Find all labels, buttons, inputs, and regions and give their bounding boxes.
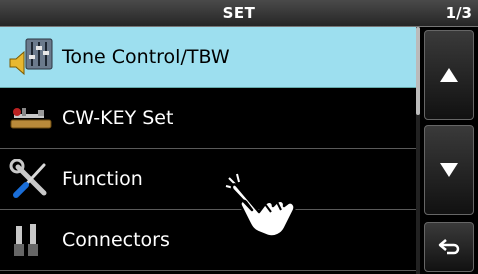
menu-item-label: Tone Control/TBW bbox=[62, 46, 230, 68]
scrollbar[interactable] bbox=[416, 27, 420, 274]
title-bar: SET 1/3 bbox=[0, 0, 478, 27]
connectors-icon bbox=[8, 220, 54, 260]
menu-item-label: Connectors bbox=[62, 229, 170, 251]
scrollbar-thumb[interactable] bbox=[416, 27, 420, 115]
tools-icon bbox=[8, 158, 54, 199]
menu-item-label: Function bbox=[62, 168, 143, 190]
up-arrow-icon bbox=[440, 68, 458, 82]
touch-hand-icon bbox=[225, 173, 296, 238]
back-button[interactable] bbox=[424, 222, 474, 272]
menu-item-tone-control[interactable]: Tone Control/TBW bbox=[0, 27, 416, 88]
tone-control-icon bbox=[8, 37, 54, 77]
menu-list: Tone Control/TBW CW-KEY Set Function Con… bbox=[0, 27, 416, 274]
menu-item-function[interactable]: Function bbox=[0, 149, 416, 210]
scroll-up-button[interactable] bbox=[424, 30, 474, 120]
down-arrow-icon bbox=[440, 163, 458, 177]
cw-key-icon bbox=[8, 98, 54, 138]
set-menu-screen: SET 1/3 Tone Control/TBW CW-KEY Set Func… bbox=[0, 0, 478, 274]
scroll-down-button[interactable] bbox=[424, 125, 474, 215]
menu-item-connectors[interactable]: Connectors bbox=[0, 210, 416, 271]
page-indicator: 1/3 bbox=[445, 4, 472, 22]
menu-item-label: CW-KEY Set bbox=[62, 107, 174, 129]
screen-title: SET bbox=[222, 4, 256, 22]
menu-item-cw-key[interactable]: CW-KEY Set bbox=[0, 88, 416, 149]
return-icon bbox=[438, 239, 460, 255]
